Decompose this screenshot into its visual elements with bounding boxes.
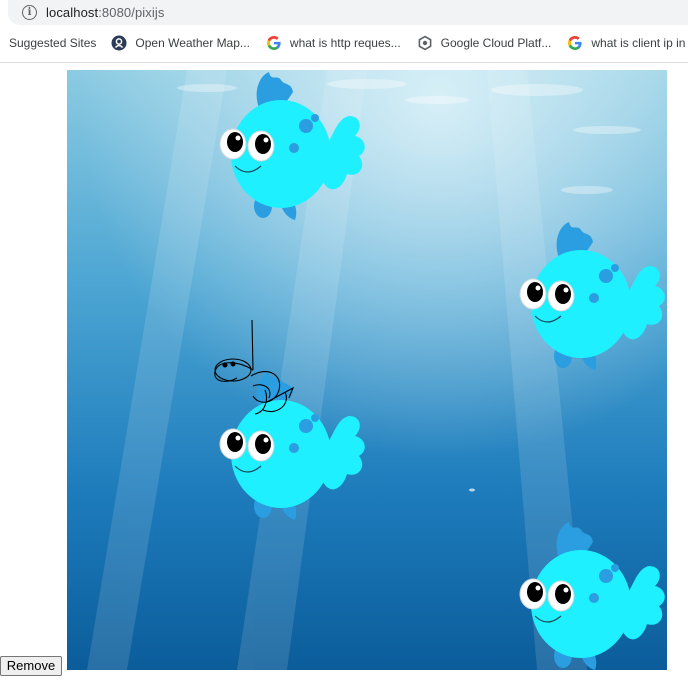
bookmark-client-ip[interactable]: what is client ip in t: [567, 35, 688, 51]
bookmark-label: what is client ip in t: [591, 36, 688, 50]
bookmark-label: what is http reques...: [289, 36, 401, 50]
address-bar[interactable]: i localhost:8080/pixijs: [8, 0, 688, 25]
google-icon: [568, 36, 582, 50]
browser-chrome: i localhost:8080/pixijs Suggested Sites …: [0, 0, 688, 63]
info-icon[interactable]: i: [22, 5, 37, 20]
bookmark-google-cloud[interactable]: Google Cloud Platf...: [417, 35, 552, 51]
url-path: :8080/pixijs: [98, 5, 165, 20]
google-cloud-icon: [418, 35, 432, 51]
page-content: Remove: [0, 63, 688, 689]
remove-button[interactable]: Remove: [0, 656, 62, 676]
bookmark-suggested-sites[interactable]: Suggested Sites: [9, 36, 96, 50]
google-icon: [266, 36, 281, 50]
url-host: localhost: [46, 5, 99, 20]
bookmarks-bar: Suggested Sites Open Weather Map... what…: [0, 30, 688, 56]
pixi-canvas[interactable]: [67, 70, 667, 670]
bookmark-label: Suggested Sites: [9, 36, 97, 50]
bookmark-label: Open Weather Map...: [135, 36, 250, 50]
particle: [469, 488, 475, 492]
openweather-icon: [111, 35, 127, 51]
bookmark-label: Google Cloud Platf...: [440, 36, 552, 50]
url-text[interactable]: localhost:8080/pixijs: [46, 5, 164, 20]
bookmark-http-request[interactable]: what is http reques...: [266, 35, 401, 51]
bookmark-open-weather-map[interactable]: Open Weather Map...: [111, 35, 250, 51]
